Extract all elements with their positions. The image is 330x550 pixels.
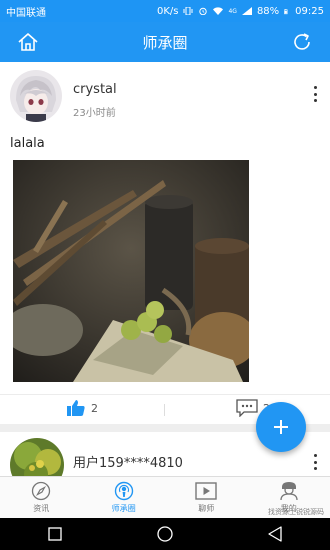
- avatar[interactable]: [10, 438, 64, 476]
- tab-circle[interactable]: 师承圈: [83, 477, 166, 518]
- square-icon: [48, 527, 62, 541]
- alarm-icon: [199, 7, 208, 15]
- like-button[interactable]: 2: [66, 399, 98, 417]
- vibrate-icon: [183, 7, 193, 15]
- recents-button[interactable]: [43, 522, 67, 546]
- author-name[interactable]: crystal: [73, 82, 117, 97]
- profile-icon: [280, 482, 298, 501]
- thumbs-up-icon: [67, 400, 85, 416]
- home-icon: [18, 33, 38, 51]
- tab-label: 聊师: [198, 504, 215, 513]
- comment-icon: [236, 399, 258, 417]
- author-name[interactable]: 用户159****4810: [73, 452, 183, 471]
- system-nav-bar: [0, 518, 330, 550]
- network-badge: 4G: [228, 7, 237, 15]
- post-text: lalala: [10, 136, 45, 151]
- tab-news[interactable]: 资讯: [0, 477, 83, 518]
- podcast-icon: [114, 481, 133, 501]
- post-time: 23小时前: [73, 108, 116, 119]
- avatar[interactable]: [10, 70, 62, 122]
- system-home-button[interactable]: [153, 522, 177, 546]
- back-triangle-icon: [268, 526, 282, 542]
- app-bar: 师承圈: [0, 22, 330, 62]
- watermark-text: 找资源上锐锐源码: [268, 508, 324, 516]
- plus-icon: [274, 420, 288, 434]
- add-post-button[interactable]: [256, 402, 306, 452]
- wifi-icon: [213, 7, 224, 15]
- battery-icon: [284, 8, 288, 14]
- home-button[interactable]: [14, 29, 42, 55]
- post-card[interactable]: crystal 23小时前 lalala 2: [0, 62, 330, 424]
- more-options-button[interactable]: [310, 454, 320, 470]
- still-life-photo: [13, 160, 249, 382]
- compass-icon: [32, 481, 51, 501]
- anime-avatar-image: [10, 70, 62, 122]
- refresh-icon: [294, 33, 310, 50]
- carrier-label: 中国联通: [6, 7, 46, 19]
- battery-percent: 88%: [256, 5, 280, 17]
- like-count: 2: [91, 401, 98, 415]
- action-divider: [164, 404, 165, 416]
- net-speed: 0K/s: [156, 5, 179, 17]
- more-options-button[interactable]: [310, 86, 320, 102]
- circle-icon: [157, 526, 173, 542]
- bottom-tab-bar: 资讯 师承圈 聊师 我的 找资源上锐锐源码: [0, 476, 330, 518]
- page-title: 师承圈: [142, 33, 188, 52]
- video-play-icon: [195, 482, 217, 500]
- plant-avatar-image: [10, 438, 64, 476]
- back-button[interactable]: [263, 522, 287, 546]
- tab-label: 资讯: [33, 504, 50, 513]
- tab-label: 师承圈: [111, 504, 136, 513]
- signal-icon: [241, 7, 252, 15]
- refresh-button[interactable]: [288, 29, 316, 55]
- clock: 09:25: [295, 5, 324, 17]
- tab-chat[interactable]: 聊师: [165, 477, 248, 518]
- status-bar: 中国联通 0K/s 4G 88% 09:25: [0, 0, 330, 22]
- post-image[interactable]: [13, 160, 249, 382]
